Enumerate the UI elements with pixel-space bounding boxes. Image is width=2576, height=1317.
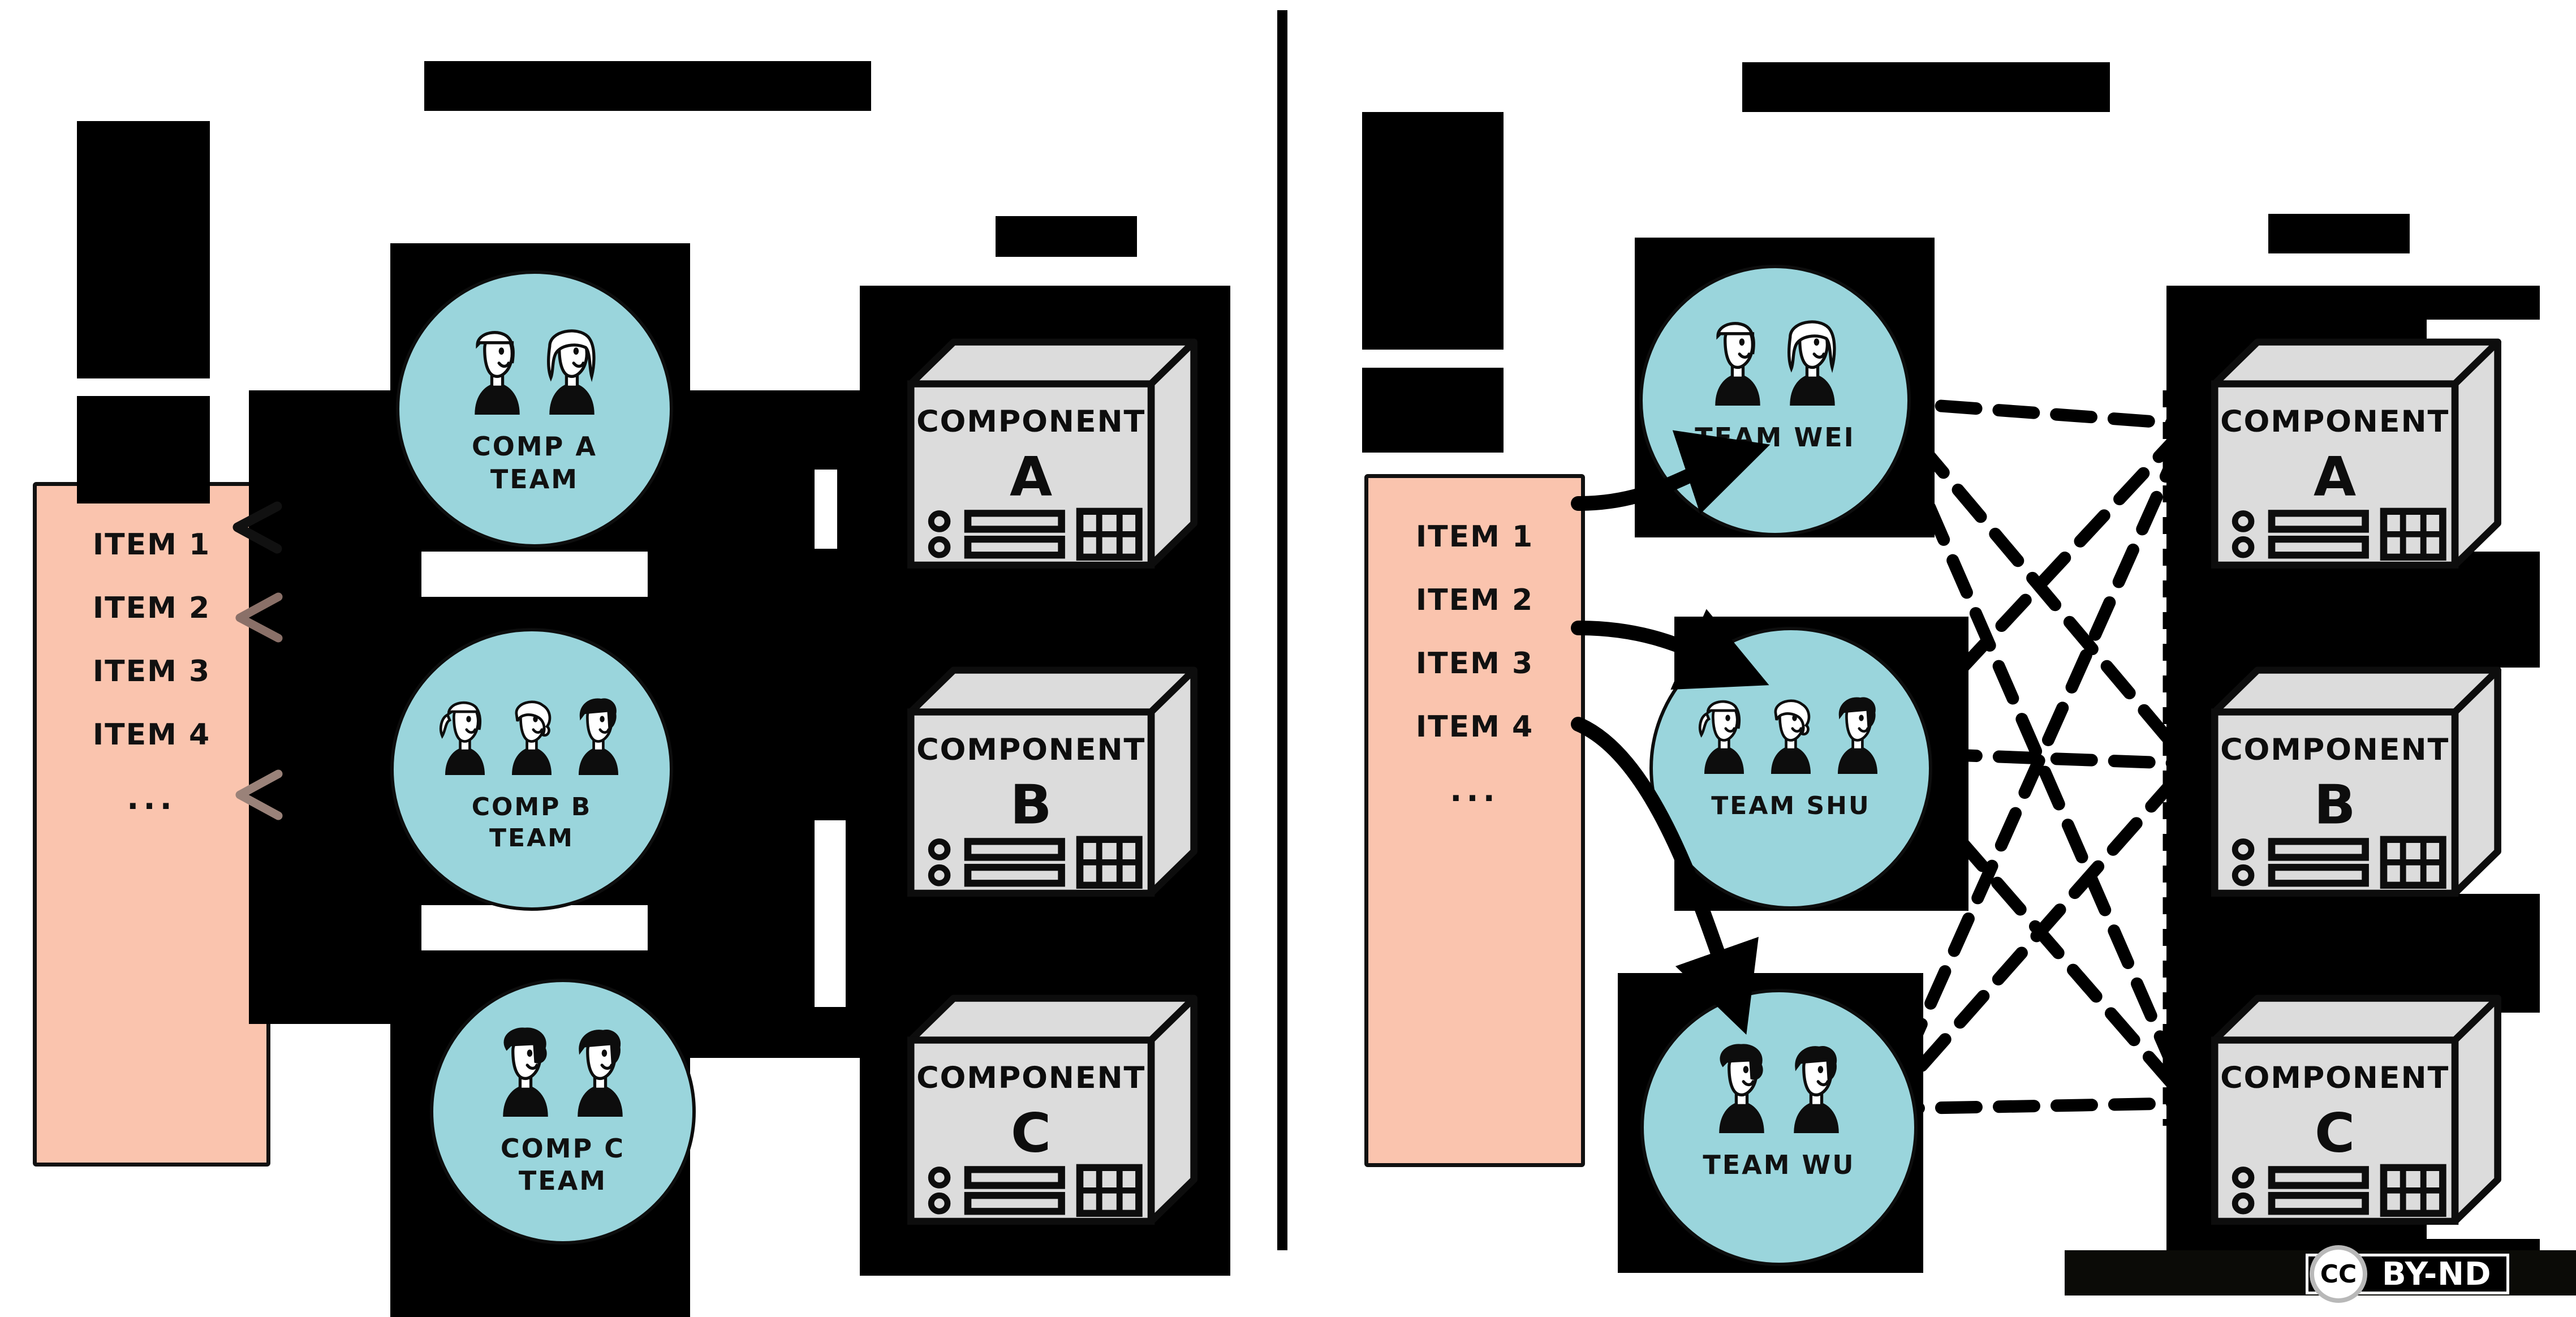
svg-text:COMPONENT: COMPONENT <box>916 1060 1145 1095</box>
avatar <box>567 1027 634 1117</box>
avatar <box>1783 1043 1850 1133</box>
team-avatars <box>1695 674 1887 774</box>
avatar <box>1695 695 1754 774</box>
svg-text:C: C <box>2315 1102 2355 1165</box>
team-avatars <box>436 675 628 775</box>
cc-license-badge[interactable]: CC BY-ND <box>2306 1250 2509 1298</box>
svg-text:COMPONENT: COMPONENT <box>916 404 1145 439</box>
svg-text:C: C <box>1011 1102 1051 1165</box>
team-label: COMP C TEAM <box>500 1133 626 1197</box>
svg-text:COMPONENT: COMPONENT <box>2220 1060 2449 1095</box>
avatar <box>502 696 561 775</box>
redaction-block-right-small <box>1362 368 1504 453</box>
white-gap-left-upper <box>421 552 648 597</box>
svg-text:A: A <box>2314 446 2356 509</box>
diagram-canvas: ITEM 1 ITEM 2 ITEM 3 ITEM 4... COMP A TEAM … <box>0 0 2576 1317</box>
avatar <box>1708 1043 1775 1133</box>
team-avatars <box>492 1023 634 1117</box>
svg-text:A: A <box>1010 446 1052 509</box>
left-item-list[interactable]: ITEM 1 ITEM 2 ITEM 3 ITEM 4... <box>33 482 270 1167</box>
cc-icon: CC <box>2314 1250 2363 1298</box>
avatar <box>569 696 628 775</box>
list-item[interactable]: ITEM 2 <box>1368 569 1581 632</box>
svg-text:COMPONENT: COMPONENT <box>2220 732 2449 767</box>
white-gap-left-lower <box>421 905 648 950</box>
team-circle-wei[interactable]: TEAM WEI <box>1639 265 1911 536</box>
team-circle-comp-c[interactable]: COMP C TEAM <box>430 979 696 1245</box>
team-circle-wu[interactable]: TEAM WU <box>1640 989 1918 1266</box>
list-item[interactable]: ITEM 2 <box>37 576 266 640</box>
avatar <box>464 325 531 415</box>
list-item[interactable]: ITEM 1 <box>37 513 266 576</box>
redaction-block-left-title <box>424 61 871 111</box>
team-label: TEAM WU <box>1703 1150 1855 1181</box>
redaction-block-left-tall <box>77 121 210 378</box>
team-circle-comp-b[interactable]: COMP B TEAM <box>390 628 673 911</box>
team-avatars <box>464 317 605 415</box>
team-label: COMP A TEAM <box>472 431 597 494</box>
right-item-list[interactable]: ITEM 1 ITEM 2 ITEM 3 ITEM 4... <box>1364 474 1585 1167</box>
component-box-c[interactable]: COMPONENT C <box>897 984 1202 1233</box>
list-item[interactable]: ... <box>37 767 266 830</box>
redaction-block-right-header-a <box>2268 214 2410 253</box>
list-item[interactable]: ITEM 1 <box>1368 505 1581 569</box>
redaction-block-left-link <box>679 390 882 1058</box>
avatar <box>1761 695 1820 774</box>
svg-text:COMPONENT: COMPONENT <box>916 732 1145 767</box>
component-box-a[interactable]: COMPONENT A <box>897 328 1202 577</box>
component-box-a-right[interactable]: COMPONENT A <box>2200 328 2506 577</box>
redaction-block-right-title <box>1742 62 2110 112</box>
avatar <box>492 1027 559 1117</box>
avatar <box>436 696 494 775</box>
team-label: TEAM SHU <box>1711 791 1871 821</box>
avatar <box>539 325 605 415</box>
svg-text:B: B <box>2314 774 2356 837</box>
list-item[interactable]: ITEM 4 <box>1368 695 1581 759</box>
avatar <box>1779 316 1846 406</box>
svg-text:B: B <box>1010 774 1052 837</box>
team-label: TEAM WEI <box>1695 422 1855 453</box>
license-terms: BY-ND <box>2382 1255 2492 1293</box>
team-label: COMP B TEAM <box>471 793 592 853</box>
list-item[interactable]: ITEM 3 <box>37 640 266 703</box>
team-circle-comp-a[interactable]: COMP A TEAM <box>396 270 673 548</box>
white-gap-left-compa <box>815 470 837 549</box>
component-box-c-right[interactable]: COMPONENT C <box>2200 984 2506 1233</box>
svg-text:COMPONENT: COMPONENT <box>2220 404 2449 439</box>
team-avatars <box>1704 311 1846 406</box>
team-avatars <box>1708 1035 1850 1133</box>
panel-divider <box>1277 10 1287 1250</box>
list-item[interactable]: ... <box>1368 759 1581 822</box>
team-circle-shu[interactable]: TEAM SHU <box>1649 627 1932 910</box>
white-gap-left-compb <box>815 820 846 1007</box>
list-item[interactable]: ITEM 4 <box>37 703 266 767</box>
redaction-block-left-small <box>77 396 210 503</box>
component-box-b[interactable]: COMPONENT B <box>897 656 1202 905</box>
redaction-block-left-header-a <box>996 216 1137 257</box>
avatar <box>1704 316 1771 406</box>
avatar <box>1828 695 1887 774</box>
list-item[interactable]: ITEM 3 <box>1368 632 1581 695</box>
redaction-block-right-tall <box>1362 112 1504 350</box>
component-box-b-right[interactable]: COMPONENT B <box>2200 656 2506 905</box>
